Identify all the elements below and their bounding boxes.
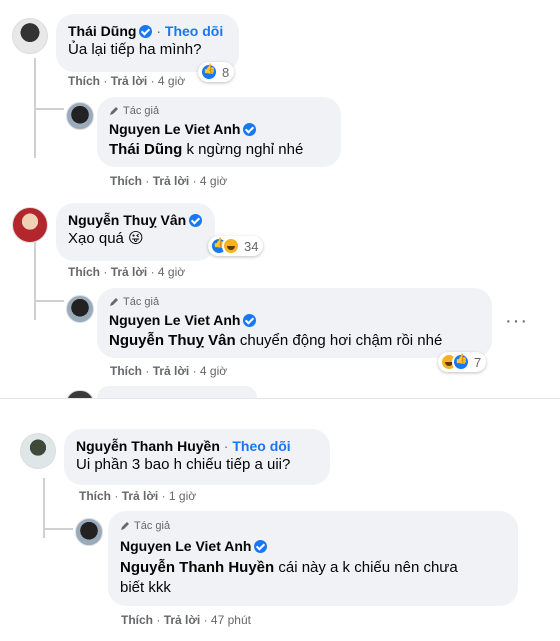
more-options-icon[interactable]: ··· xyxy=(505,310,528,333)
comment-actions: Thích · Trả lời · 47 phút xyxy=(121,613,251,627)
verified-badge-icon xyxy=(243,123,257,136)
follow-link[interactable]: Theo dõi xyxy=(232,438,290,454)
reaction-summary[interactable]: 34 xyxy=(208,236,264,256)
comment-actions: Thích · Trả lời · 4 giờ xyxy=(110,364,228,378)
comment-bubble: Tác giả Nguyen Le Viet Anh Nguyễn Thuỵ V… xyxy=(97,288,492,358)
like-link[interactable]: Thích xyxy=(110,174,142,188)
comment-time[interactable]: 4 giờ xyxy=(158,265,185,279)
reply-link[interactable]: Trả lời xyxy=(153,174,190,188)
comment-bubble: Tác giả Nguyen Le Viet Anh Nguyễn Thanh … xyxy=(108,511,518,606)
comment-actions: Thích · Trả lời · 4 giờ xyxy=(68,74,186,88)
avatar[interactable] xyxy=(20,433,56,469)
separator: · xyxy=(156,23,161,39)
reply-link[interactable]: Trả lời xyxy=(153,364,190,378)
screenshot-divider xyxy=(0,398,560,415)
commenter-name[interactable]: Thái Dũng xyxy=(68,23,136,39)
verified-badge-icon xyxy=(243,314,257,327)
comment-text: chuyển động hơi chậm rồi nhé xyxy=(235,332,443,349)
avatar[interactable] xyxy=(66,295,94,323)
avatar[interactable] xyxy=(66,102,94,130)
comment-time[interactable]: 4 giờ xyxy=(200,174,227,188)
like-reaction-icon xyxy=(452,353,470,371)
comment-bubble: Tác giả Nguyen Le Viet Anh Thái Dũng k n… xyxy=(97,97,341,167)
comment-text: cái này a k chiếu nên chưa xyxy=(274,559,458,576)
thread-line xyxy=(34,240,36,320)
comment-time[interactable]: 4 giờ xyxy=(158,74,185,88)
commenter-name[interactable]: Nguyễn Thuỵ Vân xyxy=(68,212,186,228)
verified-badge-icon xyxy=(139,25,153,38)
avatar[interactable] xyxy=(12,18,48,54)
author-tag: Tác giả xyxy=(123,296,160,308)
avatar[interactable] xyxy=(75,518,103,546)
commenter-name[interactable]: Nguyen Le Viet Anh xyxy=(120,538,251,554)
comment-time[interactable]: 4 giờ xyxy=(200,364,227,378)
like-link[interactable]: Thích xyxy=(121,613,153,627)
comment-time[interactable]: 47 phút xyxy=(211,613,251,627)
verified-badge-icon xyxy=(189,214,203,227)
commenter-name[interactable]: Nguyễn Thanh Huyền xyxy=(76,438,220,454)
author-tag: Tác giả xyxy=(134,520,171,532)
haha-reaction-icon xyxy=(222,237,240,255)
commenter-name[interactable]: Nguyen Le Viet Anh xyxy=(109,312,240,328)
comment-bubble: Nguyễn Thanh Huyền · Theo dõi Ui phần 3 … xyxy=(64,429,330,485)
comment-time[interactable]: 1 giờ xyxy=(169,489,196,503)
separator: · xyxy=(223,438,229,454)
pencil-icon xyxy=(120,521,130,531)
comment-text-line2: biết kkk xyxy=(120,579,171,596)
thread-line xyxy=(34,108,64,110)
comment-text: Ui phần 3 bao h chiếu tiếp a uii? xyxy=(76,456,291,473)
comment-actions: Thích · Trả lời · 1 giờ xyxy=(79,489,197,503)
comment-actions: Thích · Trả lời · 4 giờ xyxy=(110,174,228,188)
author-tag: Tác giả xyxy=(123,105,160,117)
comment-bubble: Nguyễn Thuỵ Vân Xạo quá 😜 xyxy=(56,203,215,261)
like-link[interactable]: Thích xyxy=(68,74,100,88)
reply-link[interactable]: Trả lời xyxy=(164,613,201,627)
like-reaction-icon xyxy=(200,63,218,81)
thread-line xyxy=(43,528,73,530)
mention-link[interactable]: Nguyễn Thuỵ Vân xyxy=(109,332,236,349)
comment-actions: Thích · Trả lời · 4 giờ xyxy=(68,265,186,279)
reaction-summary[interactable]: 8 xyxy=(198,62,235,82)
reaction-count: 34 xyxy=(244,238,259,254)
reaction-summary[interactable]: 7 xyxy=(438,352,487,372)
reply-link[interactable]: Trả lời xyxy=(122,489,159,503)
verified-badge-icon xyxy=(254,540,268,553)
mention-link[interactable]: Thái Dũng xyxy=(109,141,182,158)
comment-text: Xạo quá 😜 xyxy=(68,230,144,247)
comment-text: k ngừng nghỉ nhé xyxy=(182,141,304,158)
reply-link[interactable]: Trả lời xyxy=(111,74,148,88)
mention-link[interactable]: Nguyễn Thanh Huyền xyxy=(120,559,274,576)
like-link[interactable]: Thích xyxy=(68,265,100,279)
follow-link[interactable]: Theo dõi xyxy=(165,23,223,39)
avatar[interactable] xyxy=(12,207,48,243)
pencil-icon xyxy=(109,106,119,116)
commenter-name[interactable]: Nguyen Le Viet Anh xyxy=(109,121,240,137)
pencil-icon xyxy=(109,297,119,307)
comment-bubble-cut xyxy=(97,386,257,398)
reaction-count: 8 xyxy=(222,64,230,80)
reply-link[interactable]: Trả lời xyxy=(111,265,148,279)
like-link[interactable]: Thích xyxy=(79,489,111,503)
comment-text: Ủa lại tiếp ha mình? xyxy=(68,41,202,58)
thread-line xyxy=(34,300,64,302)
like-link[interactable]: Thích xyxy=(110,364,142,378)
reaction-count: 7 xyxy=(474,354,482,370)
